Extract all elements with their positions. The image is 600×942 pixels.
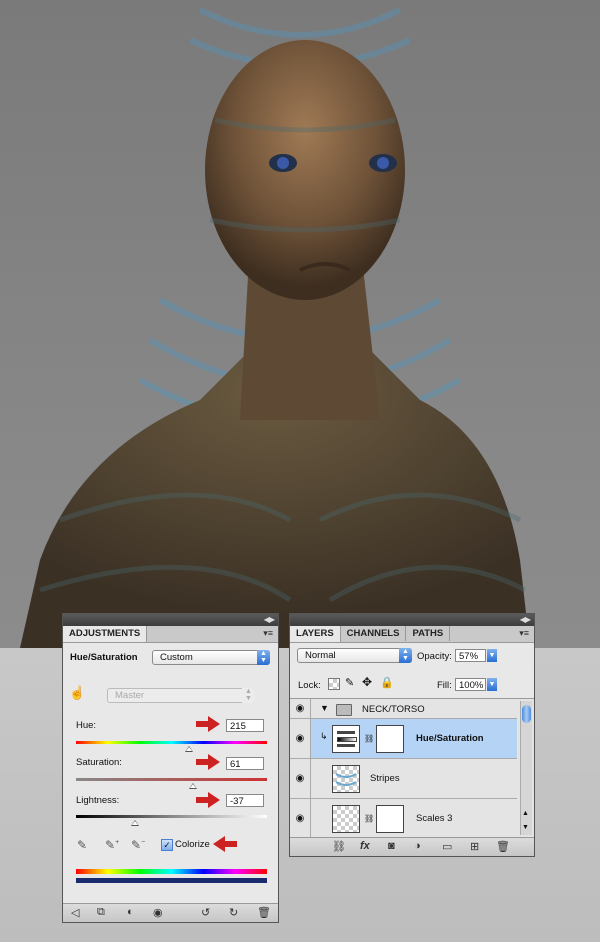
lock-all-icon[interactable]: 🔒 <box>380 676 394 689</box>
layer-name: Stripes <box>370 773 400 784</box>
back-arrow-icon[interactable]: ◁ <box>71 906 79 919</box>
hue-label: Hue: <box>76 720 97 731</box>
document-canvas[interactable] <box>0 0 600 648</box>
collapse-icon[interactable]: ◀▶ <box>520 615 531 624</box>
tab-adjustments[interactable]: ADJUSTMENTS <box>63 626 148 642</box>
view-previous-icon[interactable]: ↺ <box>201 906 210 919</box>
lock-label: Lock: <box>298 680 321 691</box>
select-arrows-icon: ▲ ▼ <box>399 648 412 663</box>
eyedropper-subtract-icon[interactable]: ✎− <box>131 838 145 852</box>
layer-thumbnail <box>332 765 360 793</box>
red-arrow-icon <box>196 792 220 808</box>
layers-scrollbar[interactable]: ▲ ▼ <box>520 701 532 835</box>
preset-select[interactable]: Custom ▲ ▼ <box>152 650 270 665</box>
clipping-arrow-icon: ↳ <box>320 731 328 741</box>
opacity-dropdown-icon[interactable]: ▼ <box>487 649 497 662</box>
select-arrows-icon: ▲ ▼ <box>242 688 255 703</box>
saturation-slider-track[interactable] <box>76 778 267 781</box>
mask-link-icon[interactable]: ⛓ <box>364 734 374 743</box>
fill-dropdown-icon[interactable]: ▼ <box>487 678 497 691</box>
panel-menu-icon[interactable]: ▾≡ <box>519 628 529 639</box>
layer-row[interactable]: ◉ Stripes <box>290 759 517 799</box>
opacity-label: Opacity: <box>417 651 452 662</box>
lock-position-move-icon[interactable]: ✥ <box>362 675 372 689</box>
adjustments-panel: ◀▶ ADJUSTMENTS ▾≡ Hue/Saturation Custom … <box>62 613 279 923</box>
hue-slider-track[interactable] <box>76 741 267 744</box>
layers-footer: ⛓ fx ◙ ◑ ▭ ⊞ 🗑 <box>290 837 534 856</box>
scrollbar-thumb[interactable] <box>522 705 531 723</box>
adjustment-type-label: Hue/Saturation <box>70 652 138 663</box>
disclosure-triangle-icon[interactable]: ▼ <box>320 703 329 713</box>
expand-view-icon[interactable]: ⧉ <box>97 906 105 919</box>
red-arrow-left-icon <box>213 836 237 852</box>
panel-menu-icon[interactable]: ▾≡ <box>263 628 273 639</box>
layer-thumbnail <box>332 805 360 833</box>
eyedropper-add-icon[interactable]: ✎+ <box>105 838 119 852</box>
add-mask-icon[interactable]: ◙ <box>388 840 395 852</box>
layers-list: ◉ ▼ NECK/TORSO ◉ ↳ ⛓ Hue/Saturation ◉ St… <box>290 698 534 837</box>
fill-field[interactable]: 100% <box>455 678 486 691</box>
layer-name: Scales 3 <box>416 813 453 824</box>
tab-channels[interactable]: CHANNELS <box>341 626 407 641</box>
new-layer-icon[interactable]: ⊞ <box>470 840 479 853</box>
opacity-field[interactable]: 57% <box>455 649 486 662</box>
trash-icon[interactable]: 🗑 <box>257 906 271 919</box>
lightness-slider-track[interactable] <box>76 815 267 818</box>
visibility-eye-icon[interactable]: ◉ <box>290 719 311 758</box>
clip-to-layer-icon[interactable]: ◐ <box>127 906 134 918</box>
layer-style-fx-icon[interactable]: fx <box>360 840 370 852</box>
creature-artwork <box>20 7 530 648</box>
lightness-label: Lightness: <box>76 795 120 806</box>
lock-transparent-icon[interactable] <box>328 678 340 690</box>
adjustments-footer: ◁ ⧉ ◐ ◉ ↺ ↻ 🗑 <box>63 903 278 922</box>
tab-layers[interactable]: LAYERS <box>290 626 341 642</box>
layer-name: NECK/TORSO <box>362 704 425 715</box>
hue-value-field[interactable]: 215 <box>226 719 264 732</box>
channel-select[interactable]: Master ▲ ▼ <box>107 688 255 703</box>
link-layers-icon[interactable]: ⛓ <box>332 840 346 853</box>
tab-paths[interactable]: PATHS <box>406 626 451 641</box>
lightness-value-field[interactable]: -37 <box>226 794 264 807</box>
targeted-adjustment-hand-icon[interactable]: ☝ <box>69 685 89 703</box>
layers-panel: ◀▶ LAYERS CHANNELS PATHS ▾≡ Normal ▲ ▼ Op… <box>289 613 535 857</box>
red-arrow-icon <box>196 754 220 770</box>
lightness-slider-thumb[interactable] <box>131 820 139 826</box>
red-arrow-icon <box>196 716 220 732</box>
scroll-down-icon[interactable]: ▼ <box>522 824 529 831</box>
visibility-eye-icon[interactable]: ◉ <box>290 759 311 798</box>
lock-image-brush-icon[interactable]: ✎ <box>345 676 354 689</box>
visibility-eye-icon[interactable]: ◉ <box>290 799 311 837</box>
adjustment-thumbnail <box>332 725 360 753</box>
reset-icon[interactable]: ↻ <box>229 906 238 919</box>
panel-titlebar[interactable]: ◀▶ <box>290 614 534 626</box>
layer-row-selected[interactable]: ◉ ↳ ⛓ Hue/Saturation <box>290 719 517 759</box>
colorize-label: Colorize <box>175 839 210 850</box>
layer-group-row[interactable]: ◉ ▼ NECK/TORSO <box>290 699 517 719</box>
visibility-eye-icon[interactable]: ◉ <box>290 699 311 718</box>
saturation-slider-thumb[interactable] <box>189 783 197 789</box>
layer-row[interactable]: ◉ ⛓ Scales 3 <box>290 799 517 837</box>
blend-mode-select[interactable]: Normal ▲ ▼ <box>297 648 412 663</box>
colorize-checkbox[interactable]: ✓ <box>161 839 173 851</box>
select-arrows-icon: ▲ ▼ <box>257 650 270 665</box>
output-spectrum-bar <box>76 878 267 883</box>
layer-mask-thumbnail[interactable] <box>376 805 404 833</box>
fill-label: Fill: <box>437 680 452 691</box>
saturation-label: Saturation: <box>76 757 122 768</box>
input-spectrum-bar <box>76 869 267 874</box>
trash-icon[interactable]: 🗑 <box>496 840 510 853</box>
layer-mask-thumbnail[interactable] <box>376 725 404 753</box>
panel-titlebar[interactable]: ◀▶ <box>63 614 278 626</box>
new-group-folder-icon[interactable]: ▭ <box>442 840 452 853</box>
scroll-up-icon[interactable]: ▲ <box>522 810 529 817</box>
new-adjustment-layer-icon[interactable]: ◑ <box>414 840 421 852</box>
mask-link-icon[interactable]: ⛓ <box>364 814 374 823</box>
layer-name: Hue/Saturation <box>416 733 484 744</box>
eyedropper-icon[interactable]: ✎ <box>77 838 87 852</box>
visibility-eye-icon[interactable]: ◉ <box>153 906 163 919</box>
saturation-value-field[interactable]: 61 <box>226 757 264 770</box>
hue-slider-thumb[interactable] <box>185 746 193 752</box>
folder-icon <box>336 704 352 716</box>
collapse-icon[interactable]: ◀▶ <box>264 615 275 624</box>
